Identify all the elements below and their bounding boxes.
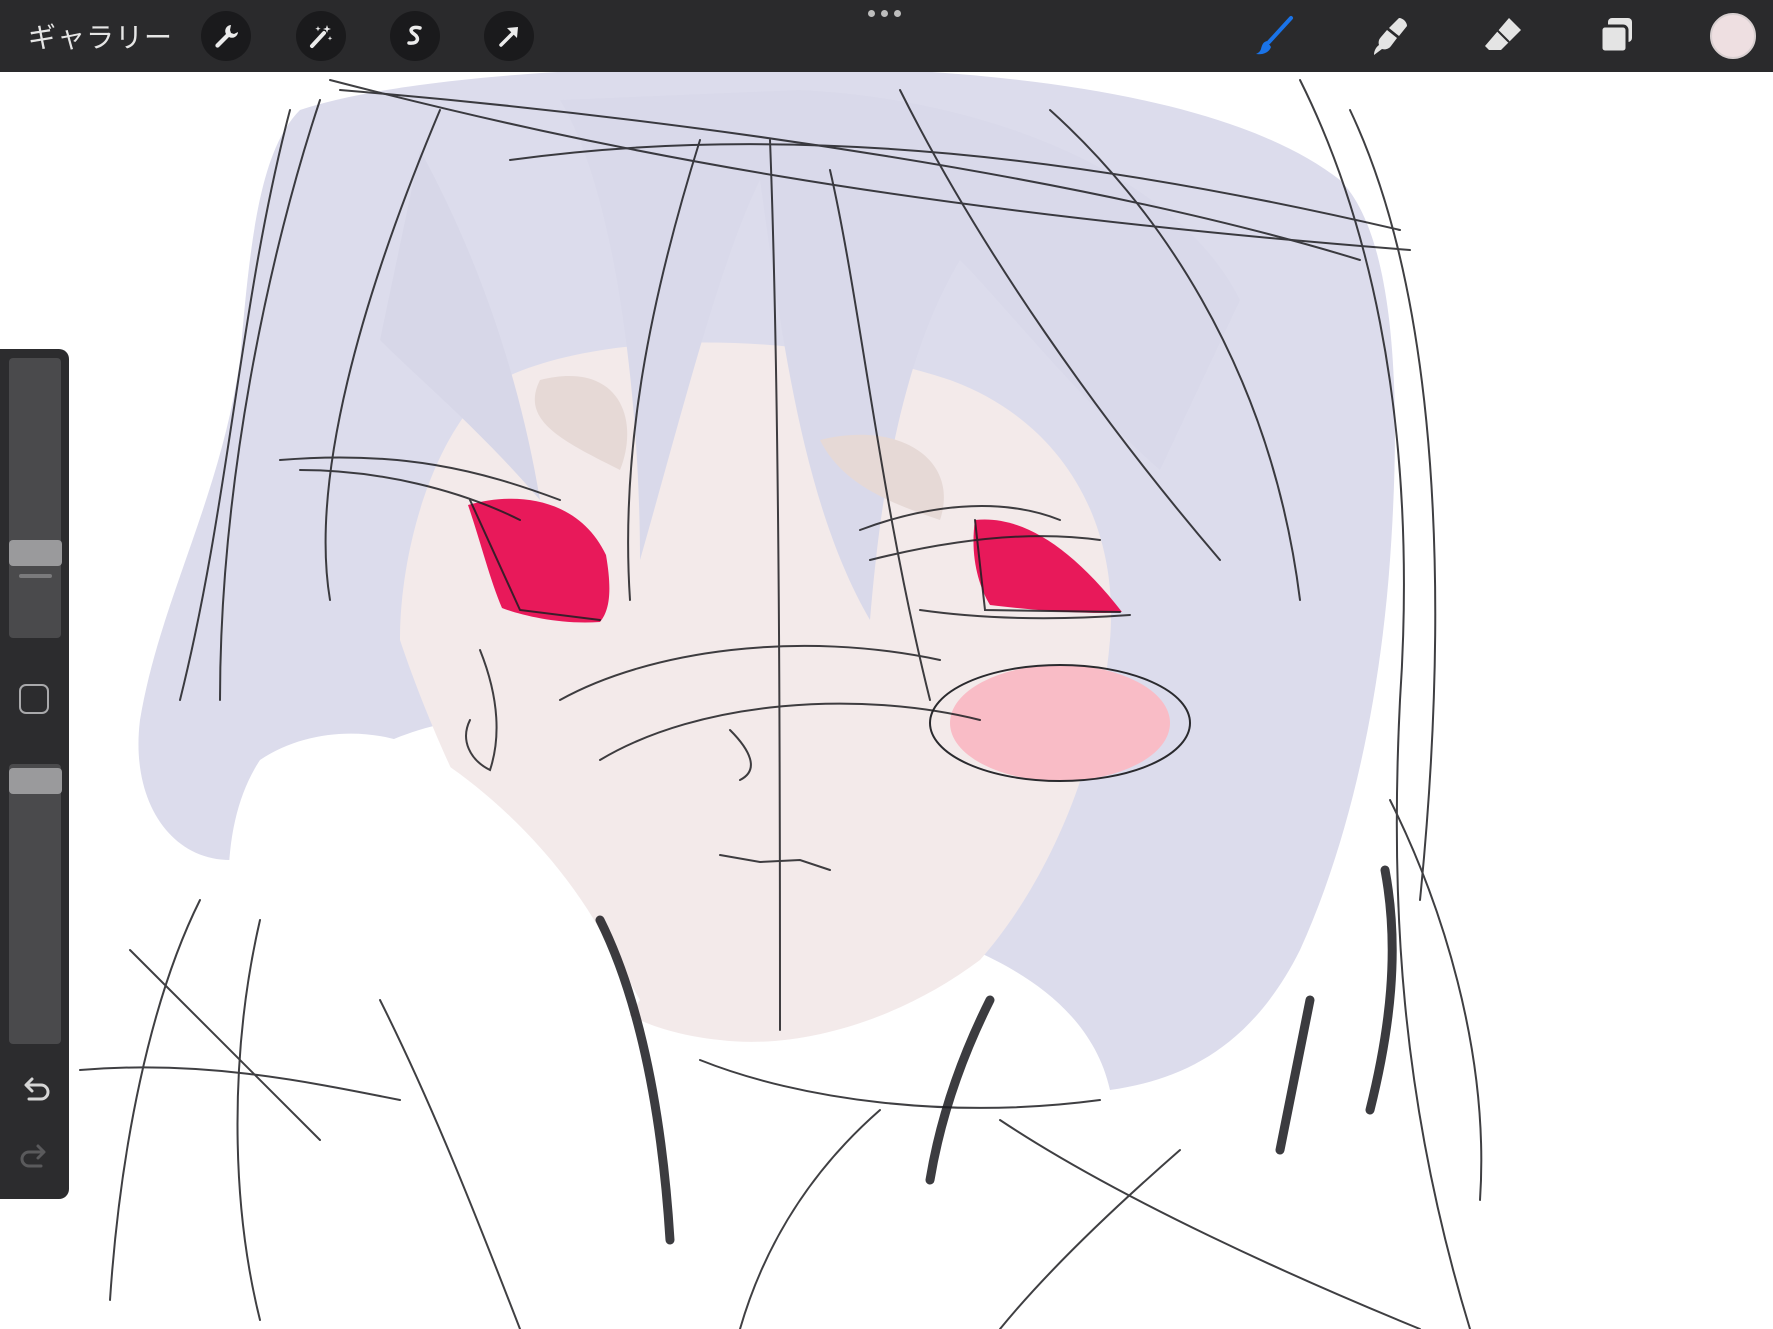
selection-s-icon[interactable]: [390, 11, 440, 61]
magic-wand-icon[interactable]: [296, 11, 346, 61]
left-sidebar: [0, 349, 69, 1199]
color-swatch[interactable]: [1710, 13, 1756, 59]
gallery-button[interactable]: ギャラリー: [28, 16, 173, 56]
top-toolbar: ギャラリー: [0, 0, 1773, 72]
opacity-thumb[interactable]: [9, 768, 62, 794]
smudge-icon[interactable]: [1363, 10, 1415, 62]
transform-arrow-icon[interactable]: [484, 11, 534, 61]
wrench-icon[interactable]: [201, 11, 251, 61]
brush-size-indicator: [19, 574, 52, 578]
drawing-canvas[interactable]: [0, 72, 1773, 1329]
three-dots-icon[interactable]: [868, 10, 901, 17]
undo-icon[interactable]: [17, 1071, 53, 1107]
brush-size-slider[interactable]: [9, 358, 61, 638]
eraser-icon[interactable]: [1477, 10, 1529, 62]
redo-icon[interactable]: [17, 1138, 53, 1174]
brush-size-thumb[interactable]: [9, 540, 62, 566]
modify-square-icon[interactable]: [19, 684, 49, 714]
layers-icon[interactable]: [1591, 10, 1643, 62]
opacity-slider[interactable]: [9, 764, 61, 1044]
brush-icon[interactable]: [1249, 10, 1301, 62]
